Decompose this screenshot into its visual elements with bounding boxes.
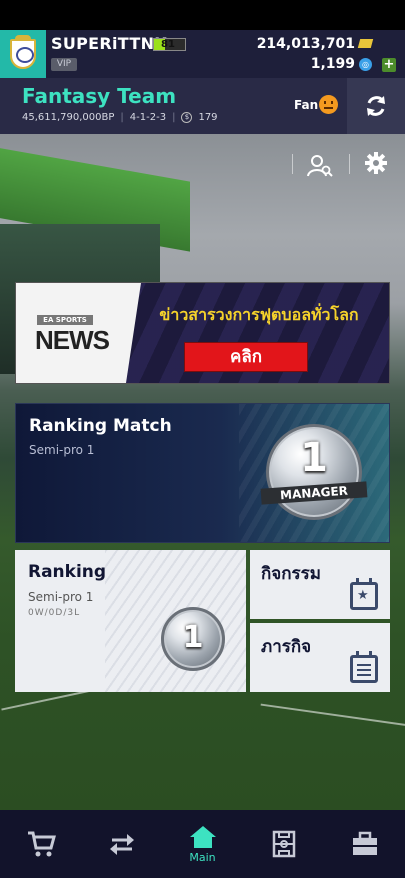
fc-balance: 1,199 xyxy=(310,56,355,72)
salary-icon: $ xyxy=(181,112,193,123)
briefcase-icon xyxy=(352,831,377,855)
fan-mood-icon[interactable] xyxy=(319,95,338,114)
fc-coin-icon: ◎ xyxy=(359,58,372,71)
nav-transfer[interactable] xyxy=(81,810,162,878)
news-banner[interactable]: EA SPORTS NEWS ข่าวสารวงการฟุตบอลทั่วโลก… xyxy=(15,282,390,384)
settings-gear-icon[interactable] xyxy=(364,151,388,175)
cart-icon xyxy=(27,831,56,857)
add-fc-button[interactable]: + xyxy=(382,58,396,72)
switch-icon xyxy=(367,96,385,116)
missions-card[interactable]: ภารกิจ xyxy=(250,623,390,692)
team-name[interactable]: Fantasy Team xyxy=(22,84,176,108)
status-bar xyxy=(0,0,405,30)
fan-label: Fan xyxy=(294,98,319,112)
nav-main-label: Main xyxy=(189,850,216,864)
profile-header: SUPERiTTNK 81 VIP 214,013,701 1,199 ◎ + xyxy=(0,30,405,78)
ranking-division: Semi-pro 1 xyxy=(28,590,94,604)
bp-balance: 214,013,701 xyxy=(256,36,355,52)
nav-squad[interactable] xyxy=(243,810,324,878)
team-stats: 45,611,790,000BP | 4-1-2-3 | $ 179 xyxy=(22,112,218,123)
news-headline: ข่าวสารวงการฟุตบอลทั่วโลก xyxy=(159,305,359,324)
ranking-card[interactable]: Ranking Semi-pro 1 0W/0D/3L 1 xyxy=(15,550,246,692)
switch-team-button[interactable] xyxy=(347,78,405,134)
activities-card[interactable]: กิจกรรม ★ xyxy=(250,550,390,619)
ranking-record: 0W/0D/3L xyxy=(28,608,81,618)
ranking-match-title: Ranking Match xyxy=(29,416,172,436)
bp-icon xyxy=(357,39,374,48)
team-formation: 4-1-2-3 xyxy=(129,112,167,123)
nav-main[interactable]: Main xyxy=(162,810,243,878)
club-crest-icon[interactable] xyxy=(0,30,46,78)
nav-inventory[interactable] xyxy=(324,810,405,878)
friend-search-icon[interactable] xyxy=(307,154,333,178)
level-number: 81 xyxy=(161,39,175,50)
team-value: 45,611,790,000BP xyxy=(22,112,115,123)
ranking-match-card[interactable]: Ranking Match Semi-pro 1 1 MANAGER xyxy=(15,403,390,543)
calendar-list-icon xyxy=(350,651,378,683)
team-bar: Fantasy Team 45,611,790,000BP | 4-1-2-3 … xyxy=(0,78,405,134)
activities-title: กิจกรรม xyxy=(261,564,322,584)
vip-badge[interactable]: VIP xyxy=(51,58,77,71)
missions-title: ภารกิจ xyxy=(261,637,312,657)
level-badge: 81 xyxy=(153,38,186,51)
ranking-title: Ranking xyxy=(28,562,107,582)
calendar-star-icon: ★ xyxy=(350,578,378,610)
username: SUPERiTTNK xyxy=(51,34,167,53)
pitch-icon xyxy=(272,830,295,858)
home-icon xyxy=(189,825,216,848)
bottom-nav: Main xyxy=(0,810,405,878)
team-salary: 179 xyxy=(198,112,218,123)
manager-emblem-icon: 1 MANAGER xyxy=(260,424,368,520)
transfer-icon xyxy=(109,834,134,855)
news-click-button[interactable]: คลิก xyxy=(184,342,308,372)
nav-shop[interactable] xyxy=(0,810,81,878)
division-emblem-icon: 1 xyxy=(161,607,225,671)
ea-sports-news-logo: EA SPORTS NEWS xyxy=(16,283,141,383)
ranking-match-division: Semi-pro 1 xyxy=(29,443,95,457)
